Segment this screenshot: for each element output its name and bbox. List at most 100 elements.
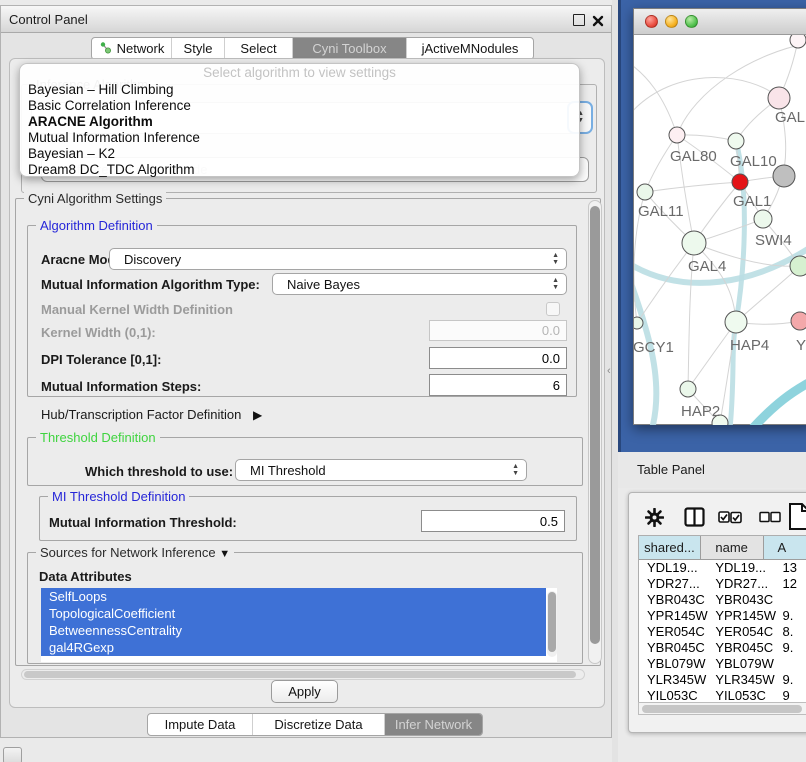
algorithm-option[interactable]: Basic Correlation Inference bbox=[20, 98, 579, 114]
node-right-pink[interactable] bbox=[791, 312, 806, 330]
node-gal10[interactable] bbox=[728, 133, 744, 149]
tab-select-label: Select bbox=[240, 41, 276, 56]
apply-button-label: Apply bbox=[288, 684, 321, 699]
close-traffic-light-icon[interactable] bbox=[645, 15, 658, 28]
node-label: GAL bbox=[775, 109, 805, 126]
manual-kernel-width-checkbox[interactable] bbox=[546, 302, 560, 316]
which-threshold-combo[interactable]: MI Threshold ▲▼ bbox=[235, 459, 527, 481]
node-label: Y bbox=[796, 337, 806, 354]
mi-threshold-input[interactable]: 0.5 bbox=[421, 510, 565, 532]
mi-algorithm-type-combo[interactable]: Naive Bayes ▲▼ bbox=[272, 273, 567, 295]
algorithm-option[interactable]: ARACNE Algorithm bbox=[20, 114, 579, 130]
tab-impute-data[interactable]: Impute Data bbox=[148, 714, 252, 735]
data-attribute-item[interactable]: BetweennessCentrality bbox=[41, 622, 546, 639]
node-swi4[interactable] bbox=[754, 210, 772, 228]
tab-cyni-toolbox-label: Cyni Toolbox bbox=[312, 41, 386, 56]
column-header-shared-name[interactable]: shared... bbox=[639, 536, 701, 560]
which-threshold-value: MI Threshold bbox=[250, 463, 326, 478]
kernel-width-input[interactable]: 0.0 bbox=[429, 320, 567, 341]
node-label: SWI4 bbox=[755, 232, 792, 249]
dpi-tolerance-label: DPI Tolerance [0,1]: bbox=[41, 352, 161, 367]
apply-button[interactable]: Apply bbox=[271, 680, 338, 703]
table-header-row: shared... name A bbox=[639, 536, 806, 560]
table-horizontal-scrollbar[interactable] bbox=[638, 702, 806, 715]
sources-group-title[interactable]: Sources for Network Inference ▼ bbox=[36, 545, 234, 560]
tab-cyni-toolbox[interactable]: Cyni Toolbox bbox=[292, 38, 406, 59]
tab-infer-network[interactable]: Infer Network bbox=[384, 714, 482, 735]
bottom-left-mini-button[interactable] bbox=[3, 747, 22, 762]
table-cell: YBR045C bbox=[708, 640, 778, 656]
float-window-icon[interactable] bbox=[573, 14, 585, 26]
table-cell: YER054C bbox=[708, 624, 778, 640]
zoom-traffic-light-icon[interactable] bbox=[685, 15, 698, 28]
close-icon[interactable] bbox=[592, 14, 604, 26]
node-gcy1[interactable] bbox=[634, 317, 643, 329]
tab-style-label: Style bbox=[184, 41, 213, 56]
table-viewport: shared... name A YDL19...YDL19...13YDR27… bbox=[638, 535, 806, 707]
mi-threshold-value: 0.5 bbox=[540, 514, 558, 529]
data-attributes-list[interactable]: SelfLoopsTopologicalCoefficientBetweenne… bbox=[41, 588, 557, 662]
aracne-mode-combo[interactable]: Discovery ▲▼ bbox=[109, 248, 567, 270]
mi-steps-input[interactable]: 6 bbox=[429, 374, 567, 396]
gear-icon[interactable] bbox=[645, 508, 664, 532]
node-right-green[interactable] bbox=[790, 256, 806, 276]
table-row[interactable]: YER054CYER054C8. bbox=[639, 624, 806, 640]
node-gal80[interactable] bbox=[669, 127, 685, 143]
divider-handle-icon[interactable]: ‹ bbox=[607, 365, 611, 377]
settings-horizontal-scrollbar[interactable] bbox=[21, 669, 585, 680]
node-gal1[interactable] bbox=[732, 174, 748, 190]
tab-discretize-data[interactable]: Discretize Data bbox=[252, 714, 384, 735]
tab-discretize-data-label: Discretize Data bbox=[274, 717, 362, 732]
table-panel-title: Table Panel bbox=[637, 462, 705, 477]
network-window-titlebar[interactable] bbox=[634, 9, 806, 35]
mi-threshold-label: Mutual Information Threshold: bbox=[49, 515, 237, 530]
table-row[interactable]: YBR045CYBR045C9. bbox=[639, 640, 806, 656]
columns-icon[interactable] bbox=[684, 507, 705, 532]
data-attribute-item[interactable]: TopologicalCoefficient bbox=[41, 605, 546, 622]
dpi-tolerance-input[interactable]: 0.0 bbox=[429, 347, 567, 369]
table-row[interactable]: YPR145WYPR145W9. bbox=[639, 608, 806, 624]
table-row[interactable]: YLR345WYLR345W9. bbox=[639, 672, 806, 688]
tab-style[interactable]: Style bbox=[171, 38, 224, 59]
node-hap4[interactable] bbox=[725, 311, 747, 333]
algorithm-option[interactable]: Bayesian – K2 bbox=[20, 146, 579, 162]
table-row[interactable]: YBR043CYBR043C bbox=[639, 592, 806, 608]
column-header-partial[interactable]: A bbox=[764, 536, 806, 560]
select-all-checkboxes-icon[interactable] bbox=[718, 510, 743, 530]
network-canvas[interactable]: GALGAL80GAL10GAL1GAL11SWI4GAL4GCY1HAP4YH… bbox=[634, 35, 806, 425]
deselect-all-checkboxes-icon[interactable] bbox=[759, 511, 781, 529]
node-partial-top[interactable] bbox=[790, 35, 806, 48]
node-hap2[interactable] bbox=[680, 381, 696, 397]
attributes-scrollbar[interactable] bbox=[547, 591, 557, 657]
node-gal7[interactable] bbox=[768, 87, 790, 109]
data-attribute-item[interactable]: SelfLoops bbox=[41, 588, 546, 605]
control-panel-title: Control Panel bbox=[9, 12, 88, 27]
table-cell: YBR043C bbox=[639, 592, 708, 608]
hub-definition-expander[interactable]: Hub/Transcription Factor Definition ▶ bbox=[41, 407, 262, 422]
minimize-traffic-light-icon[interactable] bbox=[665, 15, 678, 28]
table-cell: YLR345W bbox=[708, 672, 778, 688]
tab-jactivemnodules[interactable]: jActiveMNodules bbox=[406, 38, 533, 59]
table-cell: YBR043C bbox=[708, 592, 778, 608]
node-gal11[interactable] bbox=[637, 184, 653, 200]
table-row[interactable]: YDL19...YDL19...13 bbox=[639, 560, 806, 576]
tab-network[interactable]: Network bbox=[92, 38, 171, 59]
network-nodes[interactable] bbox=[634, 35, 806, 425]
data-attribute-item[interactable]: gal4RGexp bbox=[41, 639, 546, 656]
tab-select[interactable]: Select bbox=[224, 38, 292, 59]
table-cell: 12 bbox=[779, 576, 806, 592]
new-table-icon[interactable] bbox=[788, 502, 806, 536]
table-row[interactable]: YDR27...YDR27...12 bbox=[639, 576, 806, 592]
column-header-name[interactable]: name bbox=[701, 536, 764, 560]
control-panel-titlebar[interactable]: Control Panel bbox=[1, 6, 611, 33]
mi-algorithm-type-value: Naive Bayes bbox=[287, 277, 360, 292]
table-row[interactable]: YBL079WYBL079W bbox=[639, 656, 806, 672]
node-label: GCY1 bbox=[634, 339, 674, 356]
node-gal4[interactable] bbox=[682, 231, 706, 255]
settings-vertical-scrollbar[interactable] bbox=[588, 200, 602, 664]
algorithm-option[interactable]: Mutual Information Inference bbox=[20, 130, 579, 146]
algorithm-option[interactable]: Dream8 DC_TDC Algorithm bbox=[20, 162, 579, 178]
data-attributes-label: Data Attributes bbox=[39, 569, 132, 584]
table-cell bbox=[779, 656, 806, 672]
algorithm-option[interactable]: Bayesian – Hill Climbing bbox=[20, 82, 579, 98]
